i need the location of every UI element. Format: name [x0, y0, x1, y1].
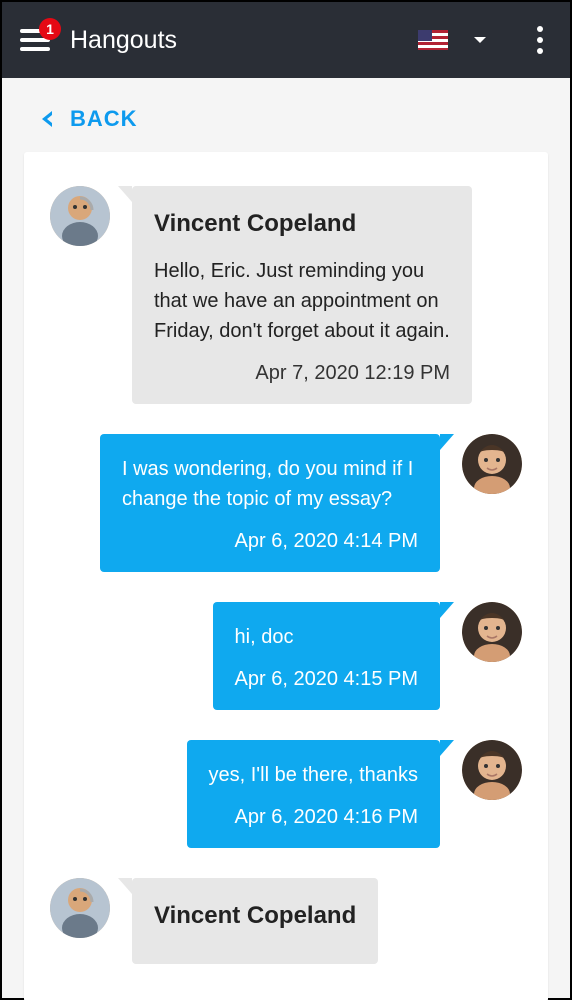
message-text: Hello, Eric. Just reminding you that we …	[154, 256, 450, 346]
chevron-left-icon	[42, 111, 52, 127]
avatar[interactable]	[50, 186, 110, 246]
message-row: I was wondering, do you mind if I change…	[50, 434, 522, 572]
message-bubble-other: Vincent Copeland Hello, Eric. Just remin…	[132, 186, 472, 404]
message-time: Apr 6, 2020 4:15 PM	[235, 664, 418, 694]
message-bubble-other: Vincent Copeland	[132, 878, 378, 964]
message-time: Apr 7, 2020 12:19 PM	[154, 358, 450, 388]
message-time: Apr 6, 2020 4:16 PM	[209, 802, 418, 832]
notification-badge: 1	[39, 18, 61, 40]
conversation-card: Vincent Copeland Hello, Eric. Just remin…	[24, 152, 548, 1000]
more-options-button[interactable]	[528, 26, 552, 54]
app-header: 1 Hangouts	[2, 2, 570, 78]
message-text: I was wondering, do you mind if I change…	[122, 454, 418, 514]
message-row: yes, I'll be there, thanks Apr 6, 2020 4…	[50, 740, 522, 848]
avatar[interactable]	[462, 434, 522, 494]
menu-button[interactable]: 1	[20, 29, 50, 51]
message-row: hi, doc Apr 6, 2020 4:15 PM	[50, 602, 522, 710]
us-flag-icon[interactable]	[418, 30, 448, 50]
message-bubble-self: I was wondering, do you mind if I change…	[100, 434, 440, 572]
sender-name: Vincent Copeland	[154, 206, 450, 242]
avatar[interactable]	[50, 878, 110, 938]
message-text: yes, I'll be there, thanks	[209, 760, 418, 790]
avatar[interactable]	[462, 740, 522, 800]
message-row: Vincent Copeland Hello, Eric. Just remin…	[50, 186, 522, 404]
back-label: BACK	[70, 106, 138, 132]
app-title: Hangouts	[70, 26, 177, 55]
sender-name: Vincent Copeland	[154, 898, 356, 934]
message-bubble-self: yes, I'll be there, thanks Apr 6, 2020 4…	[187, 740, 440, 848]
message-row: Vincent Copeland	[50, 878, 522, 964]
message-bubble-self: hi, doc Apr 6, 2020 4:15 PM	[213, 602, 440, 710]
message-text: hi, doc	[235, 622, 418, 652]
message-time: Apr 6, 2020 4:14 PM	[122, 526, 418, 556]
back-button[interactable]: BACK	[2, 78, 570, 152]
avatar[interactable]	[462, 602, 522, 662]
language-dropdown-icon[interactable]	[474, 37, 486, 43]
